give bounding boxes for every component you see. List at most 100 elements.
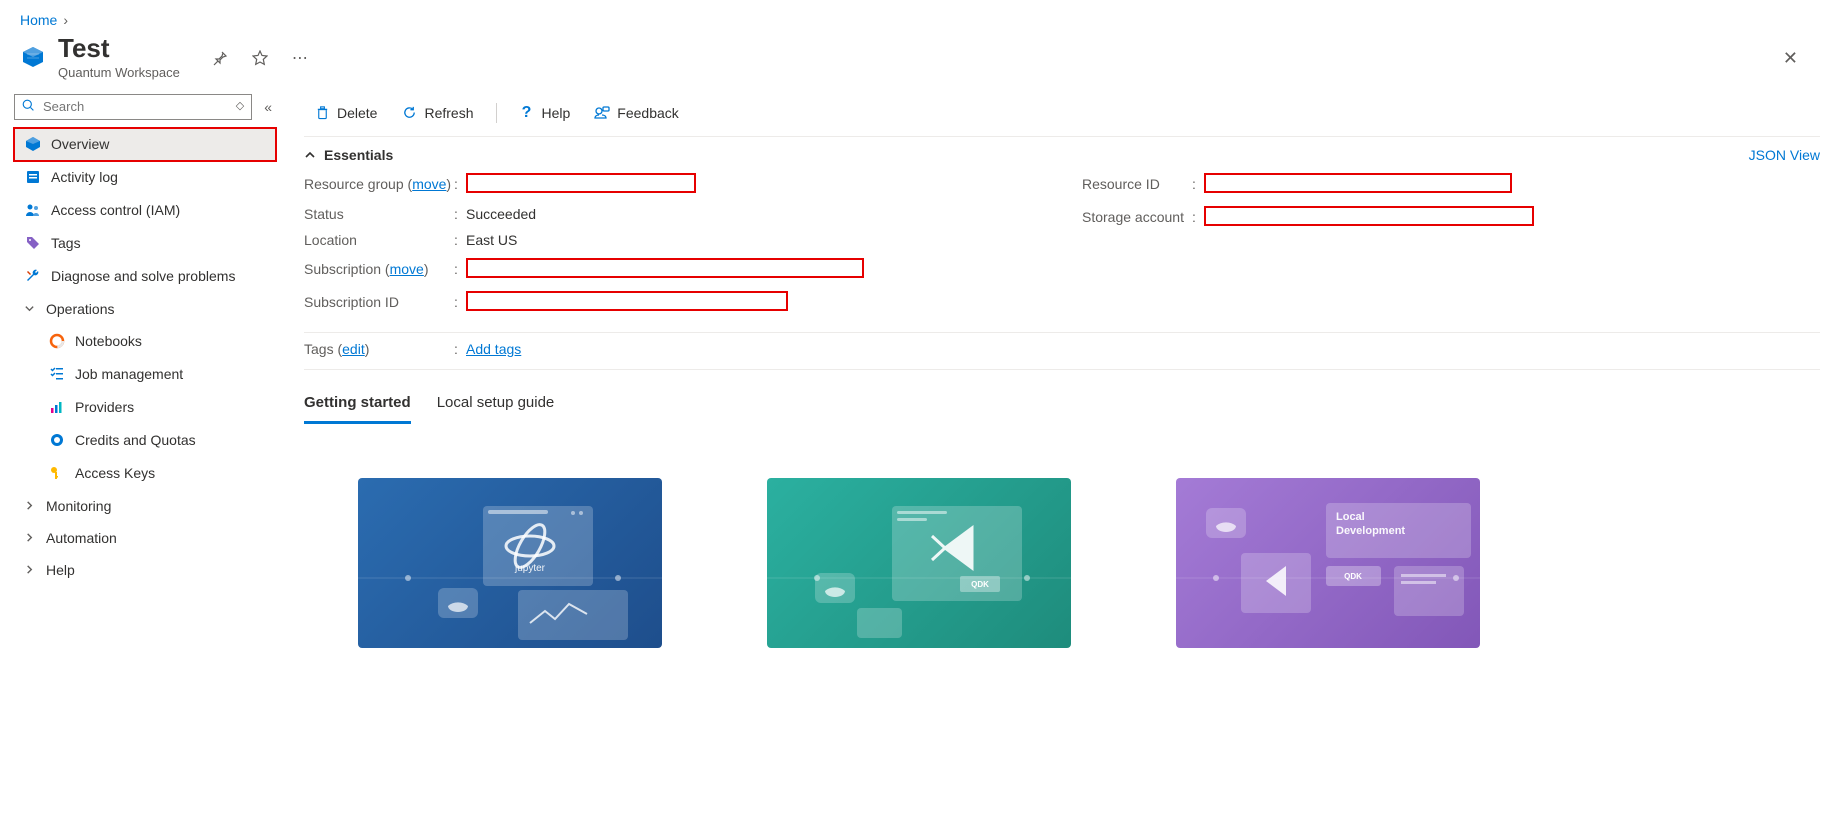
trash-icon — [314, 105, 330, 121]
svg-text:QDK: QDK — [971, 580, 989, 589]
sidebar-group-label: Operations — [46, 301, 114, 317]
essentials-panel: Resource group (move) : Status : Succeed… — [304, 167, 1820, 332]
sidebar-item-providers[interactable]: Providers — [14, 391, 276, 424]
sidebar-item-tags[interactable]: Tags — [14, 227, 276, 260]
sidebar-group-operations[interactable]: Operations — [14, 293, 276, 325]
redacted-resource-group — [466, 173, 696, 193]
tag-icon — [24, 235, 41, 252]
chevron-up-icon — [304, 149, 316, 161]
sidebar-group-automation[interactable]: Automation — [14, 522, 276, 554]
help-button[interactable]: ? Help — [509, 100, 581, 126]
sidebar-item-job-management[interactable]: Job management — [14, 358, 276, 391]
sidebar-item-label: Activity log — [51, 169, 118, 185]
field-label-status: Status — [304, 206, 454, 222]
sidebar-item-label: Credits and Quotas — [75, 432, 196, 448]
star-icon — [252, 50, 268, 66]
delete-button[interactable]: Delete — [304, 100, 387, 126]
field-label-storage-account: Storage account — [1082, 209, 1192, 225]
svg-text:jupyter: jupyter — [514, 563, 546, 574]
chevron-right-icon: › — [63, 12, 68, 28]
sidebar-group-label: Help — [46, 562, 75, 578]
sidebar-search-input[interactable] — [14, 94, 252, 120]
wrench-icon — [24, 268, 41, 285]
add-tags-link[interactable]: Add tags — [466, 341, 521, 357]
tab-getting-started[interactable]: Getting started — [304, 388, 411, 424]
favorite-button[interactable] — [248, 46, 272, 70]
move-resource-group-link[interactable]: move — [412, 176, 446, 192]
resource-type-label: Quantum Workspace — [58, 65, 180, 80]
collapse-sidebar-button[interactable]: « — [260, 95, 276, 119]
more-button[interactable]: ⋯ — [288, 44, 312, 72]
svg-text:Local: Local — [1336, 511, 1365, 523]
command-bar: Delete Refresh ? Help Feedback — [304, 94, 1820, 137]
svg-text:QDK: QDK — [1344, 572, 1362, 581]
sidebar-item-notebooks[interactable]: Notebooks — [14, 325, 276, 358]
close-icon: ✕ — [1783, 48, 1798, 68]
key-icon — [48, 465, 65, 482]
sidebar-item-activity-log[interactable]: Activity log — [14, 161, 276, 194]
card-vscode-qdk[interactable]: QDK — [767, 478, 1071, 648]
chevron-right-icon — [24, 500, 36, 511]
sidebar-item-label: Job management — [75, 366, 183, 382]
feedback-button[interactable]: Feedback — [584, 100, 688, 126]
sidebar-item-credits-quotas[interactable]: Credits and Quotas — [14, 424, 276, 457]
help-icon: ? — [519, 105, 535, 121]
sidebar-group-label: Automation — [46, 530, 117, 546]
ellipsis-icon: ⋯ — [292, 50, 308, 67]
close-button[interactable]: ✕ — [1779, 44, 1802, 73]
providers-icon — [48, 399, 65, 416]
card-local-development[interactable]: Local Development QDK — [1176, 478, 1480, 648]
sidebar-item-label: Tags — [51, 235, 81, 251]
field-label-subscription-id: Subscription ID — [304, 294, 454, 310]
chevron-down-icon — [24, 303, 36, 314]
field-label-resource-id: Resource ID — [1082, 176, 1192, 192]
sidebar-item-label: Providers — [75, 399, 134, 415]
redacted-storage-account — [1204, 206, 1534, 226]
edit-tags-link[interactable]: edit — [342, 341, 365, 357]
getting-started-cards: jupyter QDK — [304, 424, 1820, 648]
sidebar-item-access-keys[interactable]: Access Keys — [14, 457, 276, 490]
pin-button[interactable] — [208, 46, 232, 70]
sidebar-group-help[interactable]: Help — [14, 554, 276, 586]
card-jupyter[interactable]: jupyter — [358, 478, 662, 648]
sidebar-item-access-control[interactable]: Access control (IAM) — [14, 194, 276, 227]
page-title: Test — [58, 34, 180, 63]
sidebar-item-overview[interactable]: Overview — [14, 128, 276, 161]
pin-icon — [212, 50, 228, 66]
field-label-subscription: Subscription (move) — [304, 261, 454, 277]
chevron-right-icon — [24, 564, 36, 575]
redacted-resource-id — [1204, 173, 1512, 193]
field-value-location: East US — [466, 232, 517, 248]
people-icon — [24, 202, 41, 219]
sidebar-group-monitoring[interactable]: Monitoring — [14, 490, 276, 522]
sidebar-item-label: Access control (IAM) — [51, 202, 180, 218]
json-view-link[interactable]: JSON View — [1749, 147, 1820, 163]
field-value-status: Succeeded — [466, 206, 536, 222]
notebooks-icon — [48, 333, 65, 350]
content-tabs: Getting started Local setup guide — [304, 370, 1820, 424]
chevron-double-left-icon: « — [264, 99, 272, 115]
sidebar-item-label: Notebooks — [75, 333, 142, 349]
breadcrumb-home[interactable]: Home — [20, 12, 57, 28]
redacted-subscription — [466, 258, 864, 278]
move-subscription-link[interactable]: move — [390, 261, 424, 277]
refresh-button[interactable]: Refresh — [391, 100, 483, 126]
essentials-toggle[interactable]: Essentials JSON View — [304, 137, 1820, 167]
sidebar-group-label: Monitoring — [46, 498, 111, 514]
field-label-resource-group: Resource group (move) — [304, 176, 454, 192]
svg-text:Development: Development — [1336, 525, 1405, 537]
redacted-subscription-id — [466, 291, 788, 311]
refresh-icon — [401, 105, 417, 121]
sidebar-item-label: Diagnose and solve problems — [51, 268, 235, 284]
field-label-tags: Tags — [304, 341, 334, 357]
chevron-right-icon — [24, 532, 36, 543]
cube-icon — [24, 136, 41, 153]
sidebar: ◇ « Overview Activity log Access control… — [0, 94, 282, 648]
resource-header: Test Quantum Workspace ⋯ ✕ — [0, 34, 1838, 94]
toolbar-divider — [496, 103, 497, 123]
sidebar-item-diagnose[interactable]: Diagnose and solve problems — [14, 260, 276, 293]
tab-local-setup-guide[interactable]: Local setup guide — [437, 388, 555, 424]
credits-icon — [48, 432, 65, 449]
tags-row: Tags (edit) : Add tags — [304, 332, 1820, 370]
main-content: Delete Refresh ? Help Feedback Essential… — [282, 94, 1838, 648]
